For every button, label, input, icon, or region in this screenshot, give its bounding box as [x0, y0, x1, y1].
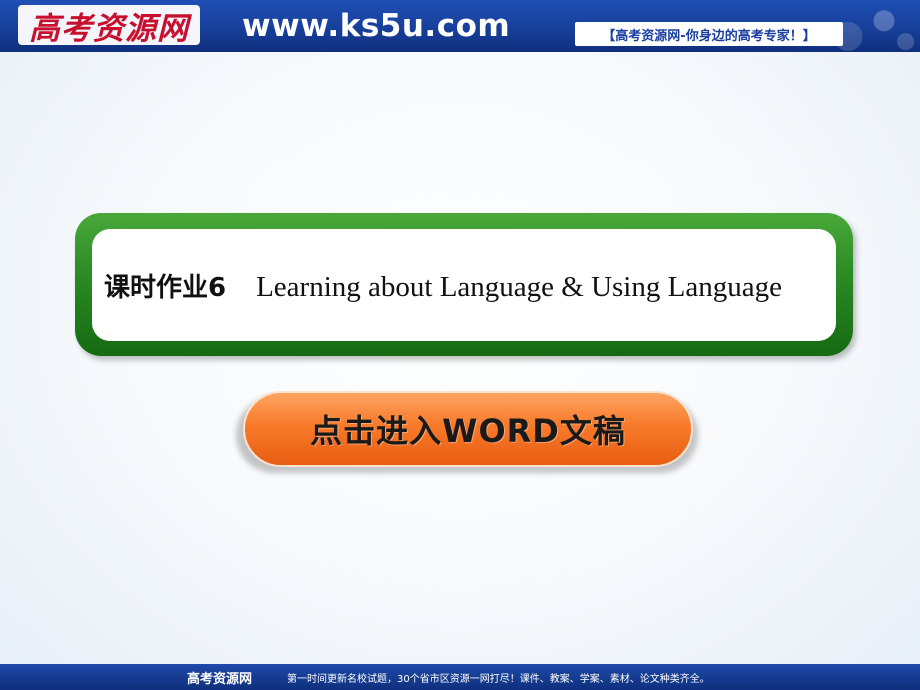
footer-brand[interactable]: 高考资源网 — [187, 668, 252, 687]
title-panel: 课时作业6 Learning about Language & Using Lan… — [92, 229, 836, 341]
page-title: 课时作业6 Learning about Language & Using Lan… — [104, 267, 782, 304]
footer-bar: 高考资源网 第一时间更新名校试题，30个省市区资源一网打尽！课件、教案、学案、素… — [0, 664, 920, 690]
open-word-document-label: 点击进入WORD文稿 — [310, 412, 626, 450]
site-url[interactable]: www.ks5u.com — [242, 8, 510, 44]
title-chinese: 课时作业6 — [104, 272, 227, 303]
slogan-box: 【高考资源网-你身边的高考专家！】 — [575, 22, 843, 46]
logo-text: 高考资源网 — [29, 10, 189, 47]
title-english: Learning about Language & Using Language — [256, 270, 782, 303]
site-logo[interactable]: 高考资源网 — [18, 5, 200, 47]
open-word-document-button[interactable]: 点击进入WORD文稿 — [243, 391, 693, 467]
footer-text: 第一时间更新名校试题，30个省市区资源一网打尽！课件、教案、学案、素材、论文种类… — [287, 674, 710, 685]
header-bar: 高考资源网 www.ks5u.com 【高考资源网-你身边的高考专家！】 — [0, 0, 920, 52]
slogan-text: 【高考资源网-你身边的高考专家！】 — [602, 28, 816, 44]
